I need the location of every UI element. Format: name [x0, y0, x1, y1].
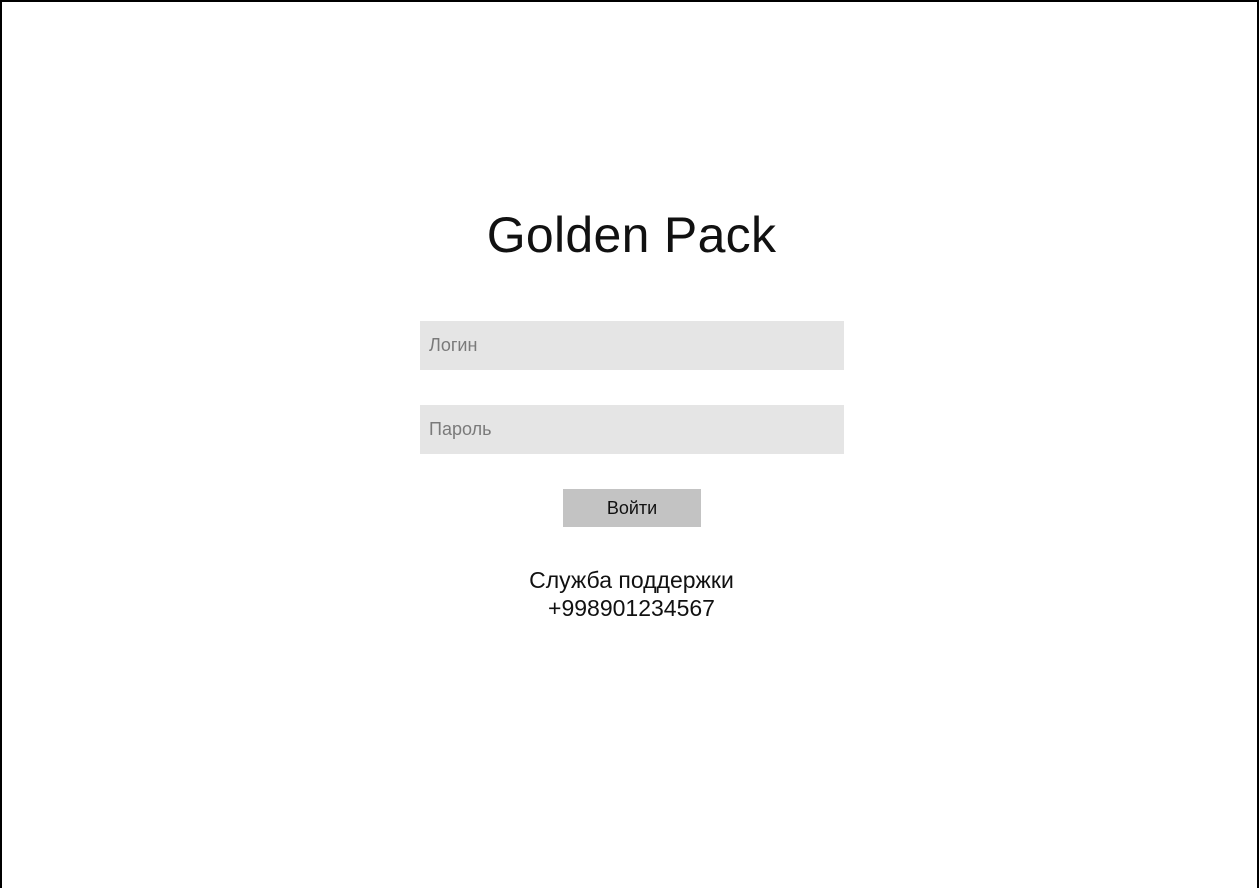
login-button[interactable]: Войти — [563, 489, 701, 527]
login-input[interactable] — [420, 321, 844, 370]
support-label: Служба поддержки — [529, 567, 734, 593]
app-window: Golden Pack Войти Служба поддержки +9989… — [0, 0, 1259, 888]
support-phone: +998901234567 — [548, 595, 715, 621]
app-title: Golden Pack — [486, 207, 777, 263]
support-info: Служба поддержки +998901234567 — [2, 566, 1259, 622]
password-input[interactable] — [420, 405, 844, 454]
